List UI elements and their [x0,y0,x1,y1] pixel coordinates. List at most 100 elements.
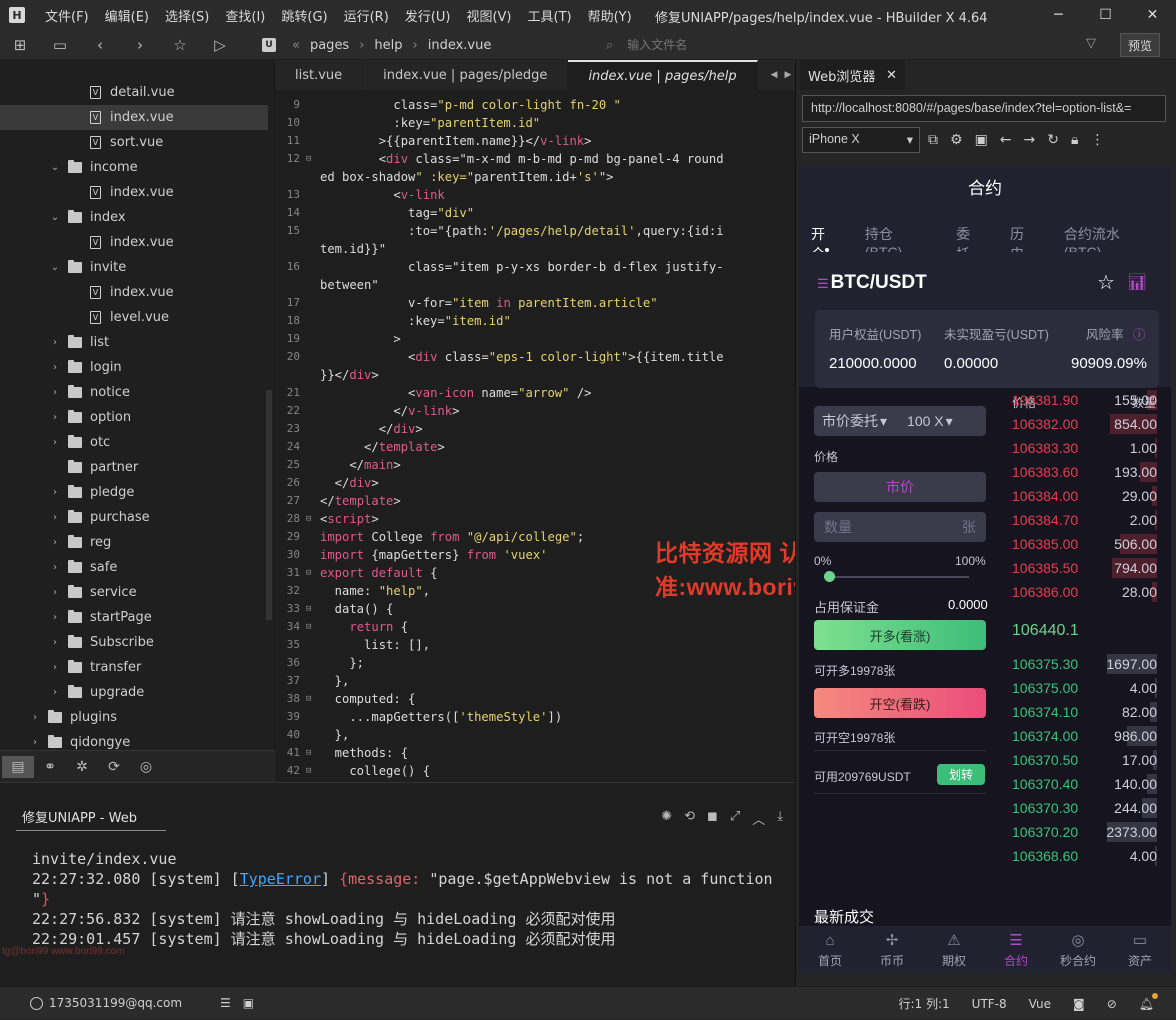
chevron-right-icon[interactable]: › [48,487,62,498]
contract-tab[interactable]: 历史 [1010,212,1038,252]
fold-icon[interactable]: ⊟ [306,510,311,528]
contract-tab[interactable]: 委托 [956,212,984,252]
console-tab[interactable]: 修复UNIAPP - Web [22,807,137,826]
editor-tab[interactable]: index.vue | pages/pledge [363,60,568,90]
chevron-right-icon[interactable]: › [48,637,62,648]
tree-folder[interactable]: ›notice [0,380,268,405]
devtools-icon[interactable]: ▣ [975,132,988,148]
tree-folder[interactable]: ›startPage [0,605,268,630]
nav-item[interactable]: ✢币币 [861,926,923,974]
tree-file[interactable]: Vindex.vue [0,180,268,205]
file-search-input[interactable] [627,38,1047,52]
orderbook-row-bid[interactable]: 106374.1082.00 [1012,700,1157,724]
fold-icon[interactable]: ⊟ [306,618,311,636]
refresh-icon[interactable]: ↻ [1047,132,1059,148]
orderbook-row-bid[interactable]: 106374.00986.00 [1012,724,1157,748]
pair-title[interactable]: ☰BTC/USDT [817,272,927,294]
forward-icon[interactable]: → [1024,132,1036,148]
orderbook-row-ask[interactable]: 106385.50794.00 [1012,556,1157,580]
project-icon[interactable]: ▤ [2,756,34,778]
orderbook-row-ask[interactable]: 106386.0028.00 [1012,580,1157,604]
orderbook-row-ask[interactable]: 106383.60193.00 [1012,460,1157,484]
collapse-icon[interactable]: ︿ [752,809,765,828]
tree-folder[interactable]: ›service [0,580,268,605]
tree-folder[interactable]: ⌄income [0,155,268,180]
chevron-right-icon[interactable]: ▶ [785,70,792,80]
chevron-right-icon[interactable]: › [48,412,62,423]
browser-tab[interactable]: Web浏览器✕ [800,60,905,90]
nav-item[interactable]: ▭资产 [1109,926,1171,974]
editor-tab[interactable]: index.vue | pages/help [568,60,758,90]
theme-icon[interactable]: ◎ [130,759,162,775]
orderbook-row-bid[interactable]: 106375.004.00 [1012,676,1157,700]
list-icon[interactable]: ☰ [220,996,231,1010]
orderbook-row-ask[interactable]: 106381.90155.00 [1012,388,1157,412]
orderbook-row-ask[interactable]: 106382.00854.00 [1012,412,1157,436]
slider-handle[interactable] [824,571,835,582]
back-icon[interactable]: ‹ [80,30,120,60]
menu-item[interactable]: 发行(U) [397,6,459,25]
fold-icon[interactable]: ⊟ [306,564,311,582]
bug-icon[interactable]: ✲ [66,759,98,775]
close-icon[interactable]: ✕ [1129,0,1176,30]
orderbook-row-ask[interactable]: 106385.00506.00 [1012,532,1157,556]
tree-folder[interactable]: ⌄index [0,205,268,230]
tree-folder[interactable]: ›safe [0,555,268,580]
chevron-right-icon[interactable]: › [28,712,42,723]
chat-icon[interactable]: ◙ [1073,997,1085,1011]
chevron-down-icon[interactable]: ⌄ [48,262,62,273]
chevron-right-icon[interactable]: › [48,537,62,548]
tree-folder[interactable]: ›otc [0,430,268,455]
editor-tab[interactable]: list.vue [275,60,363,90]
alert-icon[interactable]: ⊘ [1107,997,1117,1011]
orderbook-row-bid[interactable]: 106370.202373.00 [1012,820,1157,844]
git-icon[interactable]: ⟳ [98,759,130,775]
run-icon[interactable]: ▷ [200,30,240,60]
market-price-button[interactable]: 市价 [814,472,986,502]
save-icon[interactable]: ▭ [40,30,80,60]
lock-icon[interactable]: 🔒︎ [1071,132,1078,148]
chevron-right-icon[interactable]: › [48,362,62,373]
menu-item[interactable]: 运行(R) [336,6,397,25]
close-icon[interactable]: ✕ [886,68,897,83]
quantity-input[interactable]: 数量张 [814,512,986,542]
url-input[interactable]: http://localhost:8080/#/pages/base/index… [802,95,1166,122]
chevron-right-icon[interactable]: › [48,687,62,698]
tree-folder[interactable]: ›reg [0,530,268,555]
tree-folder[interactable]: ⌄invite [0,255,268,280]
chevron-down-icon[interactable]: ⌄ [48,162,62,173]
favorite-icon[interactable]: ☆ [160,30,200,60]
transfer-button[interactable]: 划转 [937,764,985,785]
orderbook-row-ask[interactable]: 106384.0029.00 [1012,484,1157,508]
stop-icon[interactable]: ◼ [707,809,718,828]
fold-icon[interactable]: ⊟ [306,690,311,708]
menu-item[interactable]: 查找(I) [217,6,273,25]
tree-file[interactable]: Vdetail.vue [0,80,268,105]
menu-item[interactable]: 视图(V) [458,6,519,25]
cursor-position[interactable]: 行:1 列:1 [899,995,950,1012]
tree-folder[interactable]: ›purchase [0,505,268,530]
orderbook-row-bid[interactable]: 106370.40140.00 [1012,772,1157,796]
user-account[interactable]: 1735031199@qq.com [30,996,182,1010]
new-file-icon[interactable]: ⊞ [0,30,40,60]
tree-file[interactable]: Vlevel.vue [0,305,268,330]
orderbook-row-bid[interactable]: 106368.604.00 [1012,844,1157,868]
nav-item[interactable]: ⌂首页 [799,926,861,974]
forward-icon[interactable]: › [120,30,160,60]
tree-file[interactable]: Vsort.vue [0,130,268,155]
bell-icon[interactable]: 🔔︎ [1139,997,1154,1011]
screenshot-icon[interactable]: ⧉ [928,132,938,148]
tree-folder[interactable]: ›list [0,330,268,355]
slider-track[interactable] [829,576,969,578]
tree-folder[interactable]: ›pledge [0,480,268,505]
info-icon[interactable]: ⓘ [1133,324,1146,343]
chevron-right-icon[interactable]: › [48,437,62,448]
tree-file[interactable]: Vindex.vue [0,280,268,305]
terminal-icon[interactable]: ▣ [243,996,254,1010]
orderbook-row-ask[interactable]: 106383.301.00 [1012,436,1157,460]
chevron-right-icon[interactable]: › [48,562,62,573]
contract-tab[interactable]: 合约流水(BTC) [1064,212,1157,252]
order-type-select[interactable]: 市价委托▾ 100 X▾ [814,406,986,436]
menu-toggle-icon[interactable]: ☰ [817,276,829,291]
chevron-left-icon[interactable]: ◀ [771,70,778,80]
